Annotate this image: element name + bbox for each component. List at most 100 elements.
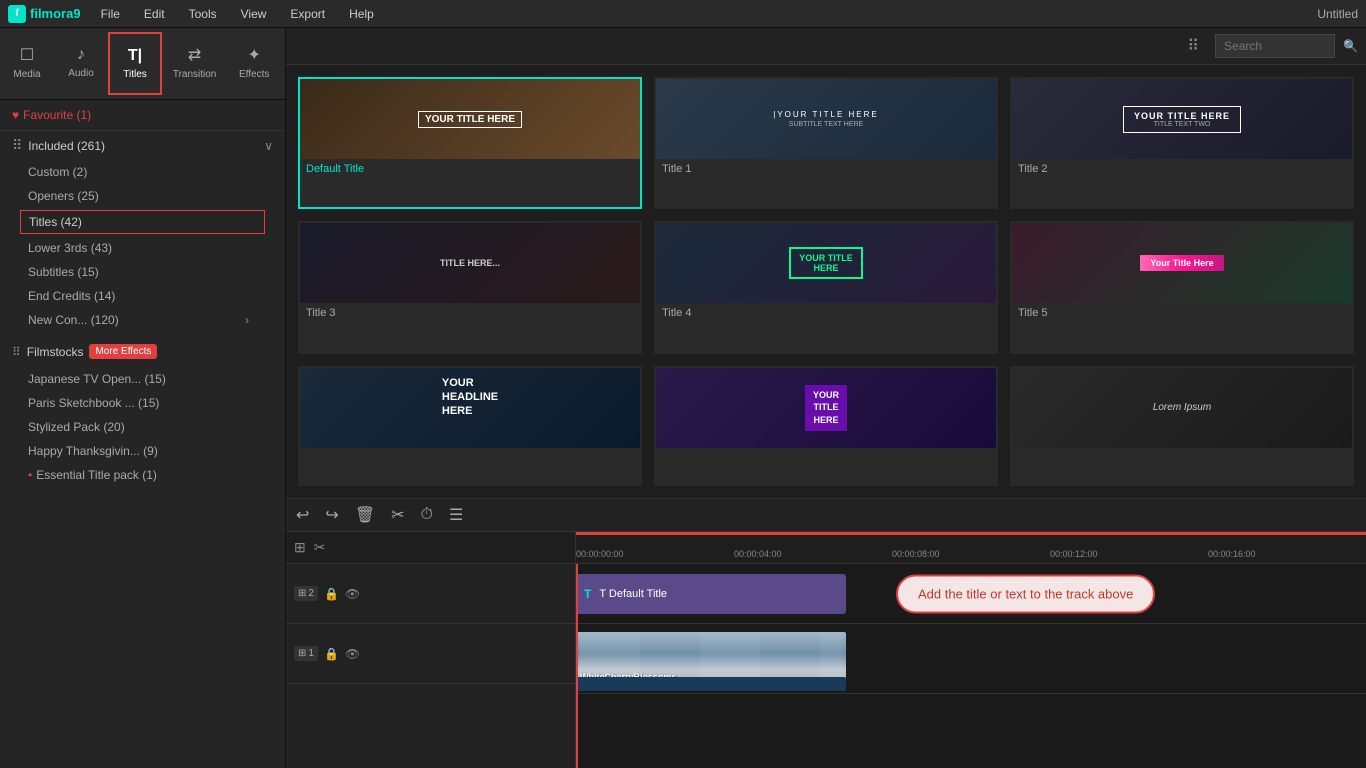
add-title-bubble: Add the title or text to the track above [896,574,1155,613]
ruler-red-bar [576,532,1366,535]
tab-titles[interactable]: T| Titles [108,32,162,95]
sidebar-item-lower3rds[interactable]: Lower 3rds (43) [0,236,285,260]
timeline-area: ↩ ↪ 🗑 ✂ ⏱ ☰ ⊞ ✂ [286,498,1366,768]
title-card-7[interactable]: YOURTITLEHERE [654,366,998,486]
cut-button[interactable]: ✂ [391,505,404,525]
filmstocks-grid-icon: ⠿ [12,345,21,359]
title-card-4[interactable]: YOUR TITLE HERE Title 4 [654,221,998,353]
sidebar-item-endcredits[interactable]: End Credits (14) [0,284,285,308]
window-title: Untitled [1317,7,1358,21]
chevron-down-icon: ∨ [264,139,273,153]
filmstock-thanksgiving[interactable]: Happy Thanksgivin... (9) [0,439,285,463]
ruler-time-4: 00:00:16:00 [1208,549,1256,559]
time-button[interactable]: ⏱ [421,506,433,524]
titles-icon: T| [128,47,142,65]
filmstock-stylized[interactable]: Stylized Pack (20) [0,415,285,439]
track-clip-title[interactable]: T T Default Title [576,574,846,614]
menu-view[interactable]: View [237,5,271,23]
title-clip-icon: T [584,587,591,601]
title-name-7 [656,448,996,456]
title-thumbnail-7: YOURTITLEHERE [656,368,996,448]
track-eye-2[interactable]: 👁 [345,587,360,601]
menu-tools[interactable]: Tools [185,5,221,23]
track-label-2: ⊞ 2 🔒 👁 [286,564,575,624]
titles-label: Titles [123,69,147,80]
add-track-button[interactable]: ⊞ [294,539,306,556]
tab-media[interactable]: ☐ Media [0,28,54,99]
title-card-5[interactable]: Your Title Here Title 5 [1010,221,1354,353]
audio-icon: ♪ [77,46,85,64]
redo-button[interactable]: ↪ [325,505,338,525]
track-eye-1[interactable]: 👁 [345,647,360,661]
title-card-8[interactable]: Lorem Ipsum [1010,366,1354,486]
undo-button[interactable]: ↩ [296,505,309,525]
title-name-8 [1012,448,1352,456]
track-labels: ⊞ ✂ ⊞ 2 🔒 👁 ⊞ [286,532,576,768]
track-lock-1[interactable]: 🔒 [324,647,339,661]
menu-file[interactable]: File [97,5,124,23]
ruler-time-2: 00:00:08:00 [892,549,940,559]
included-label: Included (261) [28,139,264,153]
tab-audio[interactable]: ♪ Audio [54,28,108,99]
title-thumbnail-6: YOURHEADLINEHERE [300,368,640,448]
title-name-default: Default Title [300,159,640,179]
transition-label: Transition [173,69,217,80]
search-icon[interactable]: 🔍 [1343,39,1358,53]
included-section[interactable]: ⠿ Included (261) ∨ [0,131,285,160]
title-card-3[interactable]: TITLE HERE... Title 3 [298,221,642,353]
filmstock-paris[interactable]: Paris Sketchbook ... (15) [0,391,285,415]
effects-label: Effects [239,69,269,80]
grid-view-icon[interactable]: ⠿ [1187,36,1199,56]
track-grid-icon: ⊞ [298,588,306,599]
title-thumbnail-4: YOUR TITLE HERE [656,223,996,303]
delete-button[interactable]: 🗑 [355,505,375,525]
track-grid-icon-1: ⊞ [298,648,306,659]
track-label-1: ⊞ 1 🔒 👁 [286,624,575,684]
title-card-6[interactable]: YOURHEADLINEHERE [298,366,642,486]
timeline-toolbar: ↩ ↪ 🗑 ✂ ⏱ ☰ [286,499,1366,532]
track-num-2: ⊞ 2 [294,586,318,601]
audio-label: Audio [68,68,94,79]
sidebar: ☐ Media ♪ Audio T| Titles ⇄ Transition ✦ [0,28,286,768]
transition-icon: ⇄ [188,45,201,65]
app-name: filmora9 [30,6,81,21]
title-name-5: Title 5 [1012,303,1352,323]
grid-icon: ⠿ [12,137,22,154]
filmstock-japanese[interactable]: Japanese TV Open... (15) [0,367,285,391]
sidebar-item-subtitles[interactable]: Subtitles (15) [0,260,285,284]
clip-title-label: T Default Title [599,588,667,600]
tab-transition[interactable]: ⇄ Transition [162,28,227,99]
media-label: Media [13,69,40,80]
title-card-default[interactable]: YOUR TITLE HERE Default Title [298,77,642,209]
menu-export[interactable]: Export [286,5,329,23]
clip-title-text: T T Default Title [584,587,667,601]
menu-help[interactable]: Help [345,5,378,23]
tab-effects[interactable]: ✦ Effects [227,28,281,99]
search-input[interactable] [1215,34,1335,58]
title-thumbnail-8: Lorem Ipsum [1012,368,1352,448]
track-lock-2[interactable]: 🔒 [324,587,339,601]
sidebar-item-newcon[interactable]: New Con... (120) › [0,308,285,332]
track-main: 00:00:00:00 00:00:04:00 00:00:08:00 00:0… [576,532,1366,768]
title-name-3: Title 3 [300,303,640,323]
sidebar-item-openers[interactable]: Openers (25) [0,184,285,208]
heart-icon: ♥ [12,108,19,122]
title-card-2[interactable]: YOUR TITLE HERE TITLE TEXT TWO Title 2 [1010,77,1354,209]
title-name-1: Title 1 [656,159,996,179]
title-card-1[interactable]: |YOUR TITLE HERE SUBTITLE TEXT HERE Titl… [654,77,998,209]
newcon-label: New Con... (120) [28,313,119,327]
favourite-bar[interactable]: ♥ Favourite (1) [0,100,285,131]
menu-edit[interactable]: Edit [140,5,169,23]
sidebar-item-custom[interactable]: Custom (2) [0,160,285,184]
sidebar-item-titles[interactable]: Titles (42) [20,210,265,234]
scissors-button[interactable]: ✂ [314,539,326,556]
filmstock-essential[interactable]: Essential Title pack (1) [0,463,285,487]
title-thumbnail-default: YOUR TITLE HERE [300,79,640,159]
more-effects-button[interactable]: More Effects [89,344,157,359]
settings-button[interactable]: ☰ [449,505,463,525]
chevron-right-icon: › [245,313,249,327]
audio-track-clip[interactable] [576,677,846,691]
title-thumbnail-1: |YOUR TITLE HERE SUBTITLE TEXT HERE [656,79,996,159]
filmstocks-label: Filmstocks [27,345,84,359]
favourite-label: Favourite (1) [23,108,91,122]
